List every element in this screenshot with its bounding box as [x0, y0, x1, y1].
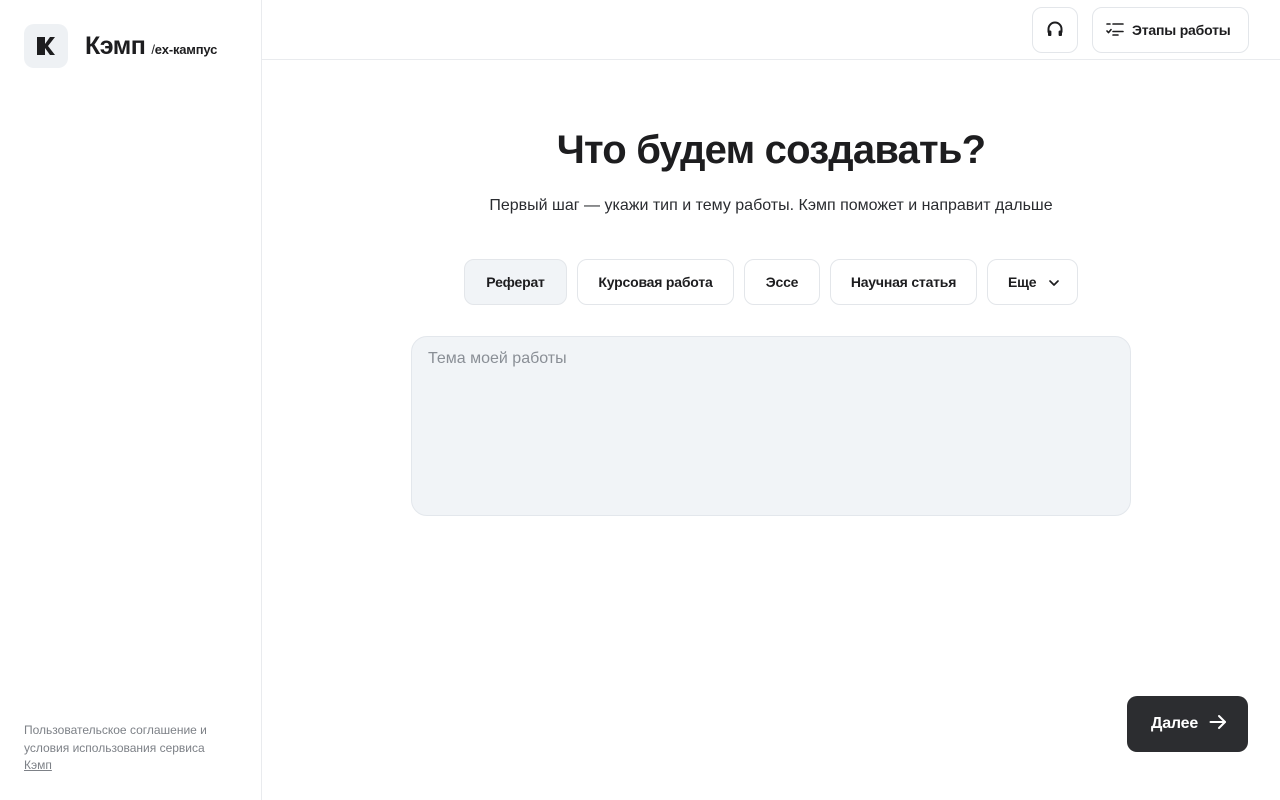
work-stages-button[interactable]: Этапы работы — [1092, 7, 1249, 53]
page-subtitle: Первый шаг — укажи тип и тему работы. Кэ… — [489, 197, 1053, 214]
next-button[interactable]: Далее — [1127, 696, 1248, 752]
page-title: Что будем создавать? — [556, 128, 986, 172]
work-type-selector: Реферат Курсовая работа Эссе Научная ста… — [464, 259, 1078, 305]
work-type-essay-report[interactable]: Реферат — [464, 259, 567, 305]
support-button[interactable] — [1032, 7, 1078, 53]
next-label: Далее — [1151, 715, 1199, 732]
brand-logo[interactable]: Кэмп /ex-кампус — [24, 24, 217, 68]
headphones-icon — [1045, 19, 1065, 42]
checklist-icon — [1106, 21, 1132, 40]
work-type-scientific-article[interactable]: Научная статья — [830, 259, 977, 305]
terms-notice: Пользовательское соглашение и условия ис… — [24, 722, 238, 775]
more-work-types-dropdown[interactable]: Еще — [987, 259, 1078, 305]
brand-name: Кэмп — [85, 31, 146, 60]
more-label: Еще — [1008, 274, 1037, 290]
terms-link[interactable]: Кэмп — [24, 758, 52, 772]
topbar: Этапы работы — [262, 0, 1280, 60]
k-logo-icon — [24, 24, 68, 68]
brand-subtitle: /ex-кампус — [151, 42, 217, 57]
chevron-down-icon — [1036, 274, 1060, 290]
work-type-coursework[interactable]: Курсовая работа — [577, 259, 734, 305]
brand-subtitle-text: ex-кампус — [154, 41, 218, 57]
terms-text: Пользовательское соглашение и условия ис… — [24, 723, 207, 755]
sidebar: Кэмп /ex-кампус Пользовательское соглаше… — [0, 0, 262, 800]
topic-input[interactable] — [411, 336, 1131, 516]
work-stages-label: Этапы работы — [1132, 22, 1231, 38]
work-type-essay[interactable]: Эссе — [744, 259, 820, 305]
arrow-right-icon — [1198, 714, 1227, 735]
